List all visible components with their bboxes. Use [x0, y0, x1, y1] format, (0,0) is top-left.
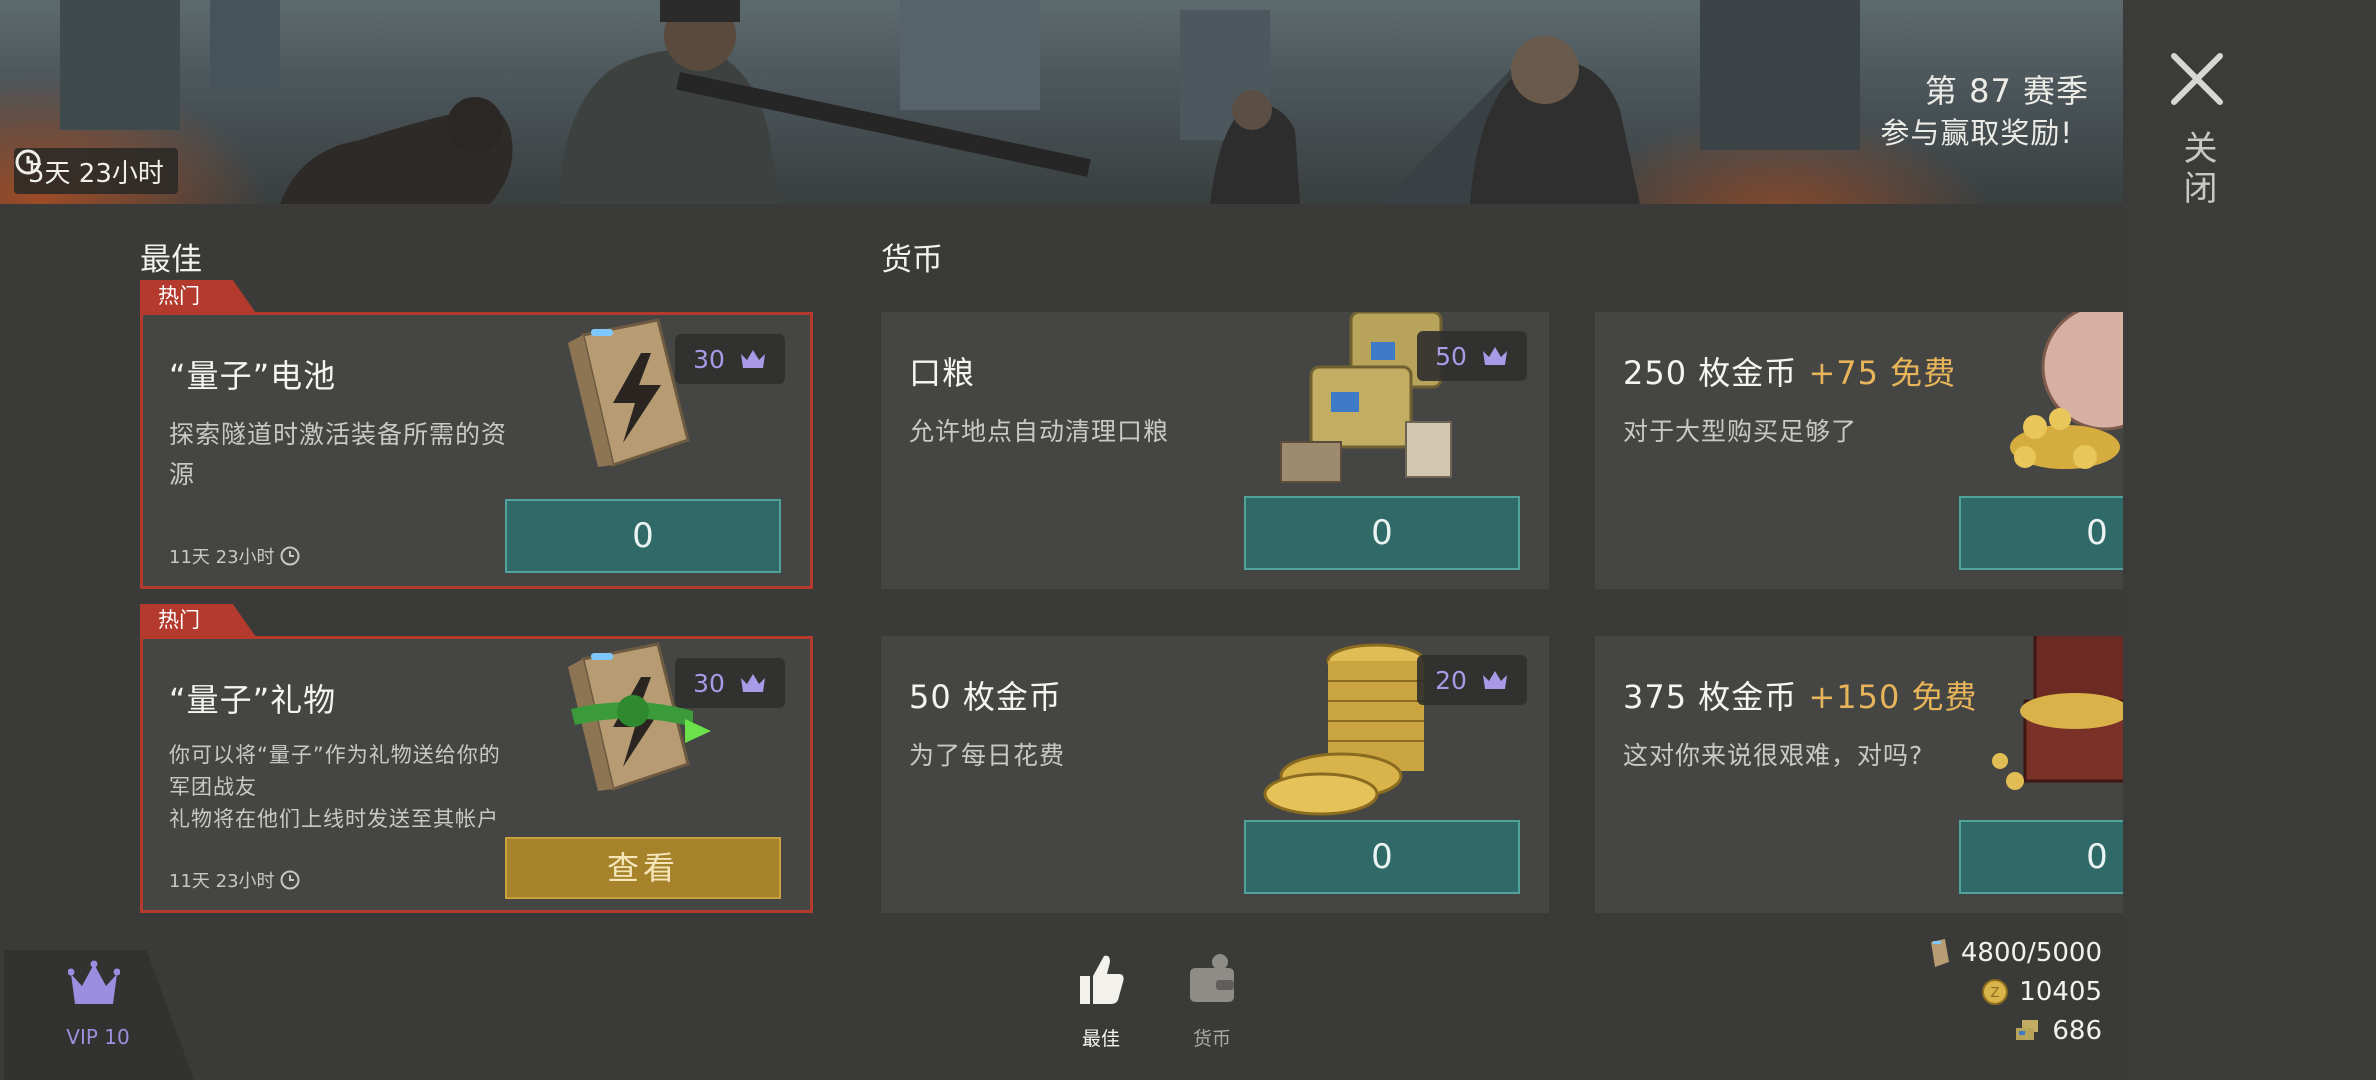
thumbs-up-icon[interactable]: [1076, 952, 1126, 1006]
buy-button[interactable]: 0: [1959, 496, 2123, 570]
offer-timer: 11天 23小时: [169, 867, 301, 893]
offer-card-coins-375[interactable]: 375 枚金币 +150 免费 这对你来说很艰难，对吗? 0: [1595, 636, 2123, 913]
offer-title: 口粮: [909, 354, 976, 392]
vip-requirement-badge: 50: [1417, 331, 1527, 381]
offer-timer: 11天 23小时: [169, 543, 301, 569]
offer-timer-text: 11天 23小时: [169, 871, 275, 892]
offer-description: 你可以将“量子”作为礼物送给你的 军团战友 礼物将在他们上线时发送至其帐户: [169, 739, 589, 835]
season-timer: 5天 23小时: [14, 148, 178, 194]
offer-card-coins-50[interactable]: 50 枚金币 为了每日花费 20 0: [881, 636, 1549, 913]
offer-description: 探索隧道时激活装备所需的资源: [169, 420, 508, 489]
season-banner: 5天 23小时 第 87 赛季 参与赢取奖励!: [0, 0, 2123, 204]
offer-title: 375 枚金币 +150 免费: [1623, 672, 1978, 718]
offer-card-quantum-gift[interactable]: “量子”礼物 你可以将“量子”作为礼物送给你的 军团战友 礼物将在他们上线时发送…: [140, 636, 813, 913]
crown-icon: [740, 674, 765, 692]
clock-icon: [280, 546, 300, 566]
section-currency-heading: 货币: [881, 242, 943, 278]
offer-card-rations[interactable]: 口粮 允许地点自动清理口粮 50 0: [881, 312, 1549, 589]
offer-timer-text: 11天 23小时: [169, 547, 275, 568]
vip-requirement-level: 30: [693, 668, 725, 698]
season-timer-text: 5天 23小时: [28, 158, 164, 189]
offer-bonus-text: +75 免费: [1808, 354, 1957, 392]
offer-title: “量子”电池: [169, 357, 337, 395]
season-title: 第 87 赛季: [1924, 72, 2089, 110]
offer-title-text: 375 枚金币: [1623, 678, 1798, 716]
view-button[interactable]: 查看: [505, 837, 781, 899]
ration-icon: [2016, 1020, 2039, 1040]
crown-icon: [1482, 347, 1507, 365]
vip-requirement-level: 20: [1435, 665, 1467, 695]
offer-card-coins-250[interactable]: 250 枚金币 +75 免费 对于大型购买足够了 0: [1595, 312, 2123, 589]
clock-icon: [15, 149, 41, 175]
offer-card-quantum-battery[interactable]: “量子”电池 探索隧道时激活装备所需的资源 11天 23小时 30 0: [140, 312, 813, 589]
offer-description: 这对你来说很艰难，对吗?: [1623, 741, 1924, 770]
coin-stack-image: [1263, 643, 1426, 816]
coin-icon: Z: [1982, 979, 2009, 1005]
treasure-chest-image: [1992, 636, 2123, 790]
offer-title-text: 250 枚金币: [1623, 354, 1798, 392]
buy-button[interactable]: 0: [1244, 496, 1520, 570]
vip-requirement-badge: 20: [1417, 655, 1527, 705]
crown-icon: [1482, 671, 1507, 689]
resource-battery: 4800/5000: [1925, 938, 2102, 968]
svg-text:Z: Z: [1991, 986, 2000, 1001]
section-best-heading: 最佳: [140, 242, 202, 278]
clock-icon: [280, 870, 300, 890]
buy-button[interactable]: 0: [1959, 820, 2123, 894]
close-label[interactable]: 关闭: [2172, 130, 2222, 210]
offer-description-line: 你可以将“量子”作为礼物送给你的: [169, 743, 501, 767]
piggy-bank-image: [2010, 312, 2123, 469]
offer-description: 对于大型购买足够了: [1623, 417, 1858, 446]
vip-requirement-badge: 30: [675, 658, 785, 708]
offer-title: “量子”礼物: [169, 681, 337, 719]
hot-tag: 热门: [140, 280, 256, 313]
offer-title: 50 枚金币: [909, 678, 1062, 716]
vip-requirement-badge: 30: [675, 334, 785, 384]
nav-tab-currency[interactable]: 货币: [1172, 1024, 1252, 1051]
offer-description-line: 礼物将在他们上线时发送至其帐户: [169, 807, 499, 831]
resource-coins: Z 10405: [1981, 977, 2102, 1007]
vip-level-label[interactable]: VIP 10: [58, 1025, 138, 1049]
nav-tab-best[interactable]: 最佳: [1061, 1024, 1141, 1051]
hot-tag: 热门: [140, 604, 256, 637]
resource-battery-value: 4800/5000: [1960, 938, 2102, 968]
right-rail: [2123, 0, 2376, 1080]
offer-title: 250 枚金币 +75 免费: [1623, 348, 1956, 394]
buy-button[interactable]: 0: [505, 499, 781, 573]
offer-bonus-text: +150 免费: [1808, 678, 1978, 716]
crown-icon[interactable]: [68, 960, 120, 1008]
vip-requirement-level: 30: [693, 344, 725, 374]
offer-description: 允许地点自动清理口粮: [909, 417, 1170, 446]
vip-requirement-level: 50: [1435, 341, 1467, 371]
close-icon[interactable]: [2162, 44, 2232, 114]
resource-coins-value: 10405: [2019, 977, 2102, 1007]
buy-button[interactable]: 0: [1244, 820, 1520, 894]
battery-icon: [1930, 939, 1949, 967]
wallet-icon[interactable]: [1186, 952, 1238, 1006]
offer-description: 为了每日花费: [909, 741, 1066, 770]
crown-icon: [740, 350, 765, 368]
offer-description-line: 军团战友: [169, 775, 257, 799]
season-subtitle: 参与赢取奖励!: [1880, 116, 2073, 150]
resource-rations-value: 686: [2052, 1016, 2102, 1046]
resource-rations: 686: [2012, 1016, 2102, 1046]
